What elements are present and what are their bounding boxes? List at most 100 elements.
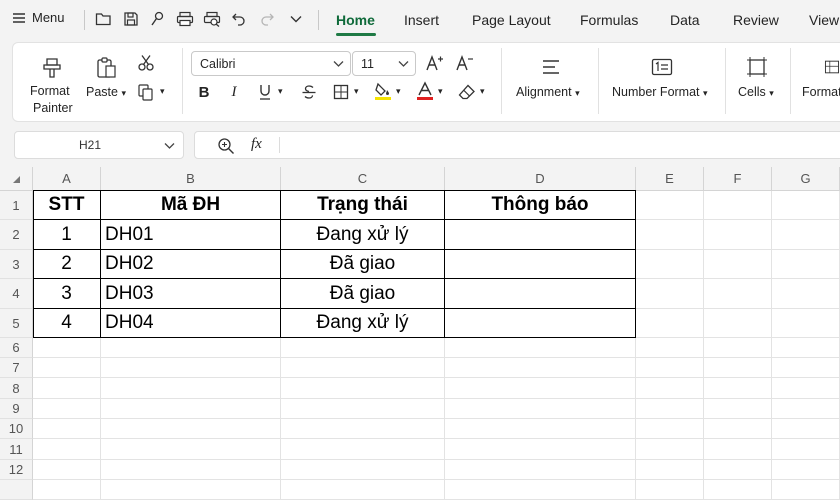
row-header-7[interactable]: 7 [0,358,33,378]
cell-c6[interactable] [281,338,445,358]
copy-chevron-down-icon[interactable]: ▾ [160,86,165,97]
cell-c3[interactable]: Đã giao [281,250,445,279]
cell-d11[interactable] [445,439,636,460]
print-preview-icon[interactable] [202,9,222,29]
cell-f7[interactable] [704,358,772,378]
column-header-a[interactable]: A [33,167,101,191]
cell-a4[interactable]: 3 [33,279,101,309]
alignment-icon[interactable] [538,54,564,80]
cell-g3[interactable] [772,250,840,279]
menu-button[interactable]: Menu [12,10,65,25]
column-header-b[interactable]: B [101,167,281,191]
select-all-corner[interactable] [0,167,33,191]
cell-e6[interactable] [636,338,704,358]
row-header-4[interactable]: 4 [0,279,33,309]
cell-e7[interactable] [636,358,704,378]
cell-f12[interactable] [704,460,772,480]
cell-d10[interactable] [445,419,636,439]
cell-b5[interactable]: DH04 [101,309,281,338]
cell-a13[interactable] [33,480,101,500]
cell-e3[interactable] [636,250,704,279]
cell-c11[interactable] [281,439,445,460]
print-icon[interactable] [175,9,195,29]
cell-c4[interactable]: Đã giao [281,279,445,309]
cell-c1[interactable]: Trạng thái [281,191,445,220]
cell-g5[interactable] [772,309,840,338]
bold-icon[interactable]: B [194,82,214,102]
cell-f11[interactable] [704,439,772,460]
cells-icon[interactable] [744,54,770,80]
cell-e1[interactable] [636,191,704,220]
name-box[interactable]: H21 [14,131,184,159]
clear-formatting-eraser-icon[interactable] [456,82,478,102]
font-name-dropdown[interactable]: Calibri [191,51,351,76]
borders-icon[interactable] [330,82,352,102]
cell-a3[interactable]: 2 [33,250,101,279]
cell-c10[interactable] [281,419,445,439]
cell-g7[interactable] [772,358,840,378]
cell-c2[interactable]: Đang xử lý [281,220,445,250]
cell-b10[interactable] [101,419,281,439]
fill-color-chevron-down-icon[interactable]: ▾ [396,86,401,97]
format-painter-icon[interactable] [38,54,66,82]
cell-d8[interactable] [445,378,636,399]
underline-chevron-down-icon[interactable]: ▾ [278,86,283,97]
cell-c8[interactable] [281,378,445,399]
cell-f13[interactable] [704,480,772,500]
cell-b6[interactable] [101,338,281,358]
cell-e4[interactable] [636,279,704,309]
tab-insert[interactable]: Insert [404,12,439,28]
cell-b1[interactable]: Mã ĐH [101,191,281,220]
column-header-d[interactable]: D [445,167,636,191]
column-header-f[interactable]: F [704,167,772,191]
cell-f1[interactable] [704,191,772,220]
cell-d4[interactable] [445,279,636,309]
cell-g11[interactable] [772,439,840,460]
cell-e9[interactable] [636,399,704,419]
paste-icon[interactable] [92,54,120,82]
cell-b11[interactable] [101,439,281,460]
column-header-e[interactable]: E [636,167,704,191]
undo-icon[interactable] [229,9,249,29]
cell-b12[interactable] [101,460,281,480]
cell-d1[interactable]: Thông báo [445,191,636,220]
cell-g9[interactable] [772,399,840,419]
redo-icon[interactable] [257,9,277,29]
cell-f8[interactable] [704,378,772,399]
row-header-6[interactable]: 6 [0,338,33,358]
cell-a2[interactable]: 1 [33,220,101,250]
format-cells-icon[interactable] [824,54,840,80]
row-header-11[interactable]: 11 [0,439,33,460]
cell-b8[interactable] [101,378,281,399]
cell-a1[interactable]: STT [33,191,101,220]
underline-icon[interactable] [254,82,276,102]
cell-g12[interactable] [772,460,840,480]
font-color-icon[interactable] [414,80,436,102]
row-header-2[interactable]: 2 [0,220,33,250]
cell-c5[interactable]: Đang xử lý [281,309,445,338]
font-size-dropdown[interactable]: 11 [352,51,416,76]
cell-e10[interactable] [636,419,704,439]
cell-g2[interactable] [772,220,840,250]
cell-f10[interactable] [704,419,772,439]
row-header-12[interactable]: 12 [0,460,33,480]
insert-function-fx-icon[interactable]: fx [251,136,262,153]
tab-home[interactable]: Home [336,12,375,28]
decrease-font-size-icon[interactable] [454,52,476,74]
cell-a10[interactable] [33,419,101,439]
tab-formulas[interactable]: Formulas [580,12,638,28]
cell-d12[interactable] [445,460,636,480]
cell-b4[interactable]: DH03 [101,279,281,309]
row-header-8[interactable]: 8 [0,378,33,399]
cell-g1[interactable] [772,191,840,220]
strikethrough-icon[interactable] [298,82,320,102]
cell-a6[interactable] [33,338,101,358]
cell-b2[interactable]: DH01 [101,220,281,250]
row-header-13[interactable] [0,480,33,500]
cell-g6[interactable] [772,338,840,358]
cell-c9[interactable] [281,399,445,419]
tab-view[interactable]: View [809,12,839,28]
cell-d6[interactable] [445,338,636,358]
cell-c13[interactable] [281,480,445,500]
cell-e5[interactable] [636,309,704,338]
